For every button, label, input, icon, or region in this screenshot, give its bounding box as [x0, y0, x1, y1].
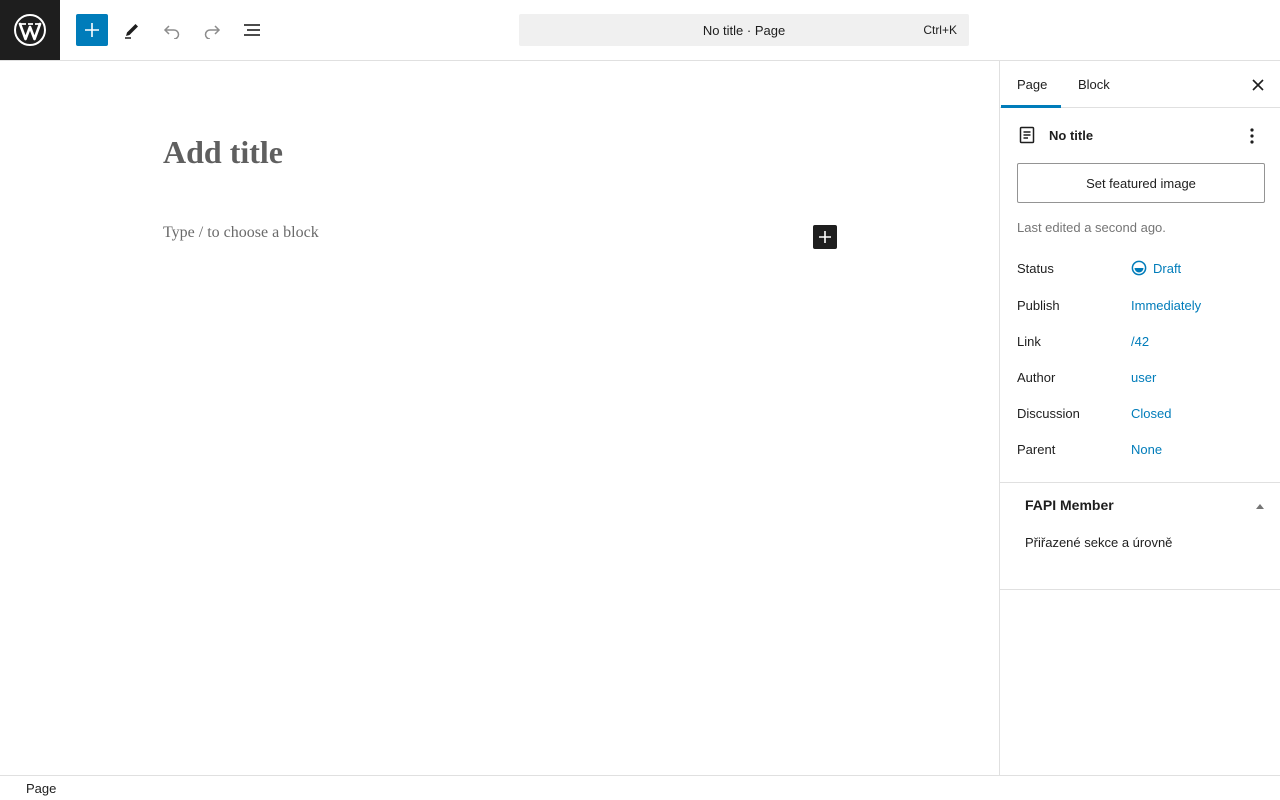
fapi-panel-toggle[interactable]	[1254, 500, 1266, 512]
add-block-button[interactable]	[76, 14, 108, 46]
more-vertical-icon	[1250, 128, 1254, 144]
default-block-appender[interactable]: Type / to choose a block	[163, 224, 319, 242]
wordpress-logo-icon[interactable]	[0, 0, 60, 60]
fapi-member-panel-title[interactable]: FAPI Member	[1025, 497, 1114, 513]
keyboard-shortcut-hint: Ctrl+K	[923, 23, 957, 37]
plus-icon	[85, 23, 99, 37]
status-value: Draft	[1153, 260, 1182, 276]
author-row: Author user	[1017, 370, 1267, 390]
editor-canvas: Add title Type / to choose a block	[0, 61, 999, 775]
editor-header: No title · Page Ctrl+K	[0, 0, 1280, 61]
status-label: Status	[1017, 261, 1054, 276]
tab-page[interactable]: Page	[1017, 61, 1047, 108]
status-toggle[interactable]: Draft	[1131, 260, 1181, 276]
tools-button[interactable]	[116, 14, 148, 46]
last-edited-text: Last edited a second ago.	[1017, 220, 1166, 235]
publish-date-toggle[interactable]: Immediately	[1131, 298, 1201, 313]
pencil-icon	[125, 24, 138, 39]
parent-toggle[interactable]: None	[1131, 442, 1162, 457]
editor-footer: Page	[0, 775, 1280, 800]
parent-label: Parent	[1017, 442, 1056, 457]
undo-button[interactable]	[156, 14, 188, 46]
close-icon	[1252, 79, 1264, 91]
breadcrumb[interactable]: Page	[26, 781, 56, 796]
draft-status-icon	[1131, 260, 1147, 276]
post-title-input[interactable]: Add title	[163, 134, 283, 171]
active-tab-indicator	[1001, 105, 1061, 108]
publish-label: Publish	[1017, 298, 1060, 313]
discussion-row: Discussion Closed	[1017, 406, 1267, 426]
discussion-label: Discussion	[1017, 406, 1080, 421]
document-title-label: No title · Page	[702, 22, 786, 38]
panel-divider	[1000, 589, 1280, 590]
permalink-toggle[interactable]: /42	[1131, 334, 1149, 349]
settings-sidebar: Page Block No title Set featured image L…	[999, 61, 1280, 775]
redo-button[interactable]	[196, 14, 228, 46]
inline-add-block-button[interactable]	[813, 225, 837, 249]
tab-block[interactable]: Block	[1078, 61, 1110, 108]
sidebar-tabs: Page Block	[1000, 61, 1280, 108]
document-summary: No title	[1017, 125, 1267, 145]
author-label: Author	[1017, 370, 1056, 385]
link-row: Link /42	[1017, 334, 1267, 354]
status-row: Status Draft	[1017, 261, 1267, 281]
page-icon	[1019, 126, 1035, 144]
author-toggle[interactable]: user	[1131, 370, 1156, 385]
plus-icon	[819, 231, 831, 243]
publish-row: Publish Immediately	[1017, 298, 1267, 318]
close-sidebar-button[interactable]	[1246, 73, 1270, 97]
document-title: No title	[1049, 128, 1094, 143]
fapi-panel-text: Přiřazené sekce a úrovně	[1025, 535, 1173, 550]
panel-divider	[1000, 482, 1280, 483]
undo-icon	[163, 25, 180, 39]
redo-icon	[204, 25, 221, 39]
command-center-button[interactable]: No title · Page Ctrl+K	[519, 14, 969, 46]
document-actions-button[interactable]	[1241, 125, 1263, 147]
list-view-icon	[244, 24, 260, 36]
discussion-toggle[interactable]: Closed	[1131, 406, 1171, 421]
document-overview-button[interactable]	[236, 14, 268, 46]
link-label: Link	[1017, 334, 1041, 349]
parent-row: Parent None	[1017, 442, 1267, 462]
set-featured-image-button[interactable]: Set featured image	[1017, 163, 1265, 203]
chevron-up-icon	[1256, 504, 1264, 509]
